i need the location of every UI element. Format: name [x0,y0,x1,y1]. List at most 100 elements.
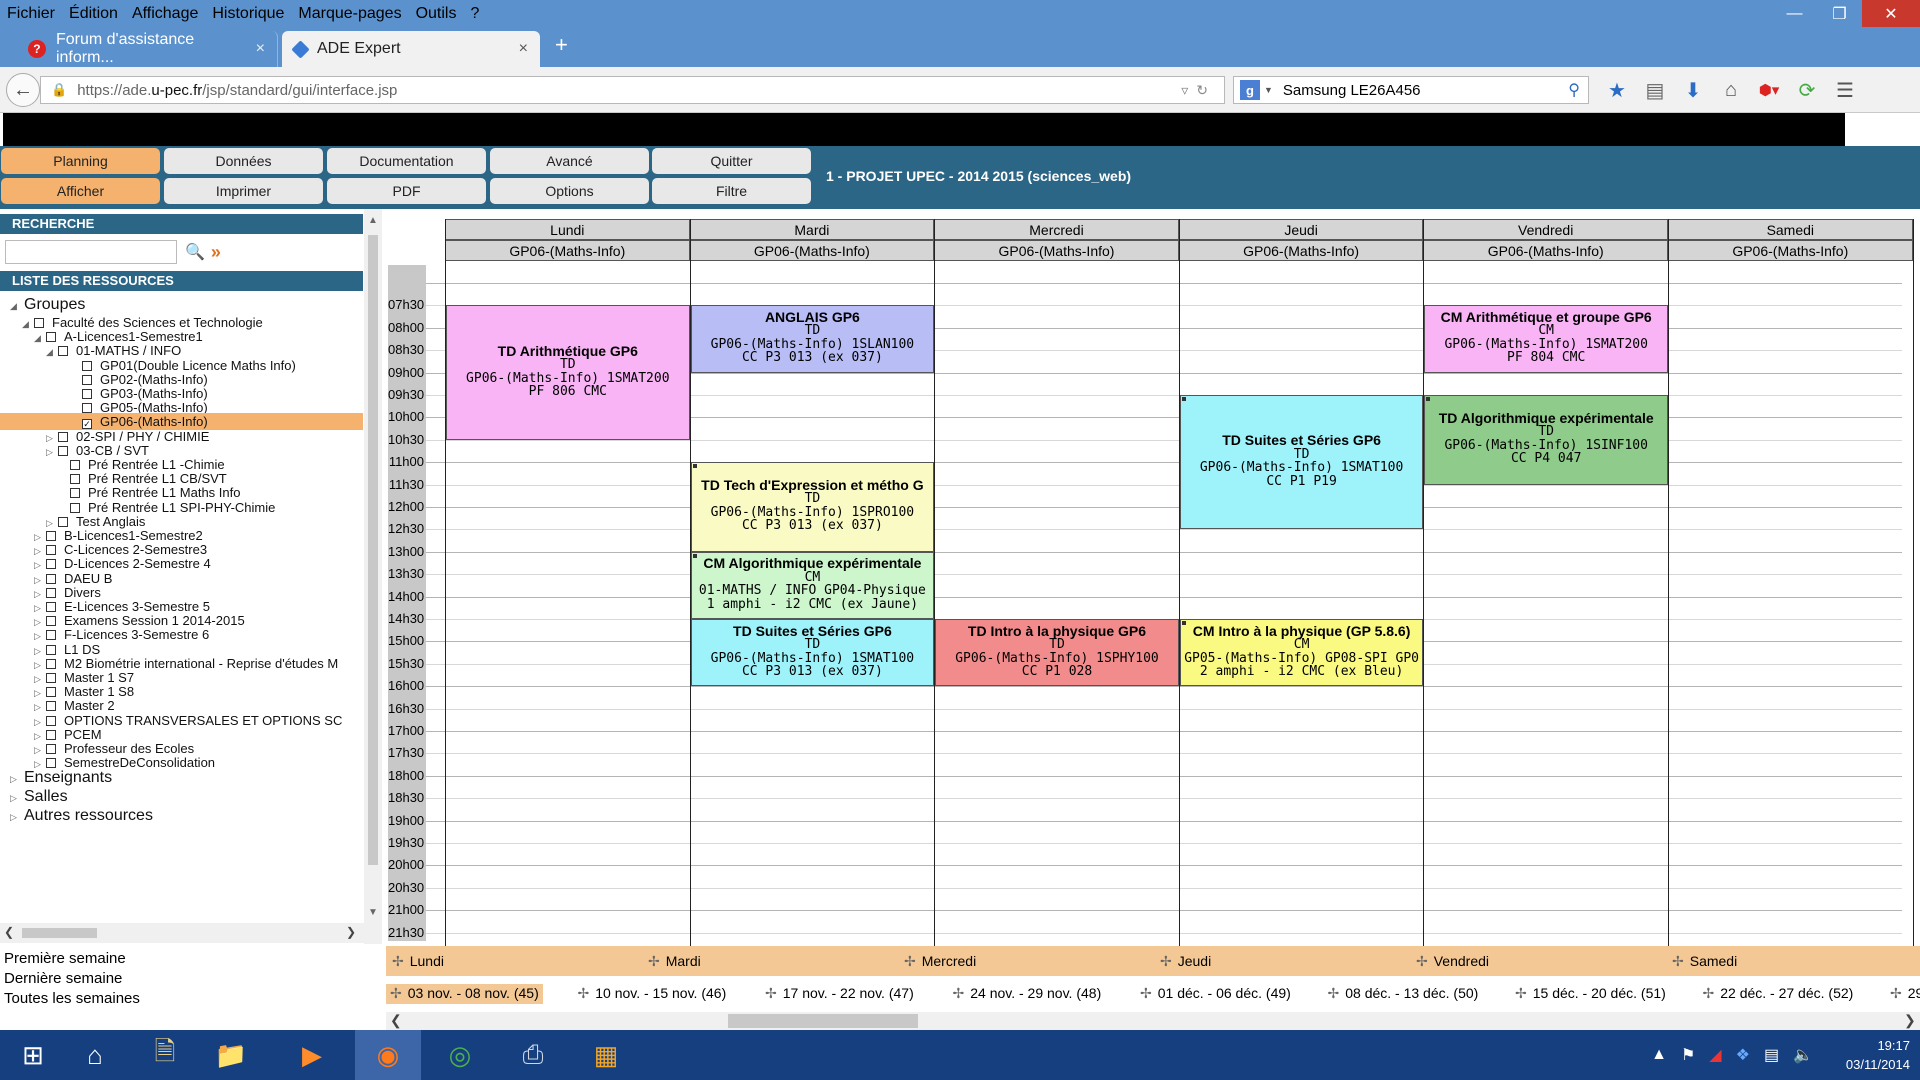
checkbox[interactable] [46,587,56,598]
week-selector[interactable]: ✢ 29 [1886,984,1920,1004]
search-icon[interactable]: ⚲ [1568,80,1580,100]
filtre-button[interactable]: Filtre [652,178,811,204]
day-header[interactable]: Mardi [689,219,935,240]
dropbox-icon[interactable]: ❖ [1736,1045,1750,1065]
checkbox[interactable] [82,403,92,414]
checkbox[interactable] [58,346,68,357]
week-selector[interactable]: ✢ 03 nov. - 08 nov. (45) [386,984,543,1004]
week-selector[interactable]: ✢ 08 déc. - 13 déc. (50) [1324,984,1483,1004]
menu-edit[interactable]: Édition [62,0,125,27]
color-app-icon[interactable]: ▦ [573,1030,639,1080]
hamburger-menu-icon[interactable]: ☰ [1826,78,1864,103]
tab-forum[interactable]: ? Forum d'assistance inform... × [16,31,278,67]
day-selector[interactable]: ✢ Mercredi [904,953,976,970]
checkbox[interactable] [82,389,92,399]
afficher-button[interactable]: Afficher [1,178,160,204]
imprimer-button[interactable]: Imprimer [164,178,323,204]
day-header[interactable]: Mercredi [934,219,1179,240]
week-scrollbar[interactable]: ❮ ❯ [386,1012,1920,1030]
home-icon[interactable]: ⌂ [1712,79,1750,102]
scroll-left-icon[interactable]: ❮ [4,925,14,939]
day-selector[interactable]: ✢ Jeudi [1160,953,1211,970]
search-input[interactable]: Samsung LE26A456 [1283,82,1421,99]
checkbox[interactable] [46,559,56,570]
vertical-scrollbar[interactable]: ▲ ▼ [364,209,382,944]
course-event[interactable]: TD Intro à la physique GP6 TD GP06-(Maths-… [935,619,1179,687]
volume-icon[interactable]: 🔈 [1793,1045,1813,1065]
checkbox[interactable] [34,318,44,328]
checkbox[interactable] [46,630,56,641]
checkbox[interactable] [58,445,68,456]
course-event[interactable]: CM Arithmétique et groupe GP6 CM GP06-(Mat… [1424,305,1668,373]
quitter-button[interactable]: Quitter [652,148,811,174]
scroll-thumb[interactable] [728,1014,918,1028]
checkbox[interactable] [82,374,92,385]
menu-view[interactable]: Affichage [125,0,205,27]
checkbox[interactable] [46,744,56,754]
new-tab-button[interactable]: + [555,32,568,58]
horizontal-scrollbar[interactable]: ❮ ❯ [0,923,364,943]
scroll-right-icon[interactable]: ❯ [1904,1012,1916,1029]
minimize-icon[interactable]: — [1772,0,1817,27]
adblock-icon[interactable]: ⬢▾ [1750,81,1788,99]
chrome-icon[interactable]: ◎ [427,1030,493,1080]
options-button[interactable]: Options [490,178,649,204]
tree-item[interactable]: ▷ Autres ressources [0,806,363,826]
donnees-button[interactable]: Données [164,148,323,174]
day-selector[interactable]: ✢ Mardi [648,953,701,970]
day-header[interactable]: Lundi [445,219,690,240]
checkbox[interactable] [46,644,56,655]
network-icon[interactable]: ▤ [1764,1045,1779,1065]
restore-icon[interactable]: ❐ [1817,0,1862,27]
documents-icon[interactable]: 🗎 [132,1030,198,1080]
course-event[interactable]: TD Algorithmique expérimentale TD GP06-(Ma… [1424,395,1668,485]
checkbox[interactable] [46,616,56,627]
checkbox[interactable] [46,658,56,669]
checkbox[interactable] [46,715,56,726]
planning-button[interactable]: Planning [1,148,160,174]
checkbox[interactable] [46,687,56,698]
menu-help[interactable]: ? [463,0,486,27]
week-selector[interactable]: ✢ 10 nov. - 15 nov. (46) [574,984,731,1004]
binoculars-icon[interactable]: 🔍 [185,242,205,262]
tab-close-icon[interactable]: × [519,40,528,58]
week-selector[interactable]: ✢ 17 nov. - 22 nov. (47) [761,984,918,1004]
back-button[interactable]: ← [6,73,40,107]
checkbox[interactable] [70,488,80,499]
day-selector[interactable]: ✢ Samedi [1672,953,1737,970]
week-selector[interactable]: ✢ 15 déc. - 20 déc. (51) [1511,984,1670,1004]
adobe-icon[interactable]: ◢ [1709,1045,1721,1065]
tree-item[interactable]: ▷ Salles [0,787,363,807]
home-icon[interactable]: ⌂ [62,1030,128,1080]
day-header[interactable]: Samedi [1668,219,1913,240]
windows-start-icon[interactable]: ⊞ [0,1030,66,1080]
url-bar[interactable]: 🔒 https://ade. u-pec.fr/jsp/standard/gui/… [40,76,1225,104]
day-selector[interactable]: ✢ Lundi [392,953,444,970]
checkbox[interactable] [46,758,56,769]
day-header[interactable]: Vendredi [1423,219,1668,240]
scroll-thumb[interactable] [22,928,97,938]
scroll-left-icon[interactable]: ❮ [390,1012,402,1029]
resource-search-input[interactable] [5,240,177,264]
checkbox[interactable] [46,701,56,712]
pdf-button[interactable]: PDF [327,178,486,204]
course-event[interactable]: TD Arithmétique GP6 TD GP06-(Maths-Info) 1… [446,305,690,440]
search-bar[interactable]: g ▼ Samsung LE26A456 ⚲ [1233,76,1589,104]
checkbox[interactable] [46,332,56,343]
clock[interactable]: 19:17 03/11/2014 [1846,1036,1910,1074]
google-icon[interactable]: g [1240,80,1260,100]
checkbox[interactable] [46,545,56,556]
checkbox[interactable] [46,602,56,612]
week-selector[interactable]: ✢ 24 nov. - 29 nov. (48) [949,984,1106,1004]
first-week-link[interactable]: Première semaine [4,949,140,969]
checkbox[interactable] [70,474,80,485]
checkbox[interactable] [58,431,68,442]
media-player-icon[interactable]: ▶ [279,1030,345,1080]
checkbox[interactable] [58,516,68,527]
checkbox[interactable] [70,460,80,470]
week-selector[interactable]: ✢ 22 déc. - 27 déc. (52) [1699,984,1858,1004]
expanded-triangle-icon[interactable]: ◢ [10,296,20,315]
week-selector[interactable]: ✢ 01 déc. - 06 déc. (49) [1136,984,1295,1004]
tab-close-icon[interactable]: × [256,40,265,58]
star-icon[interactable]: ★ [1598,78,1636,103]
